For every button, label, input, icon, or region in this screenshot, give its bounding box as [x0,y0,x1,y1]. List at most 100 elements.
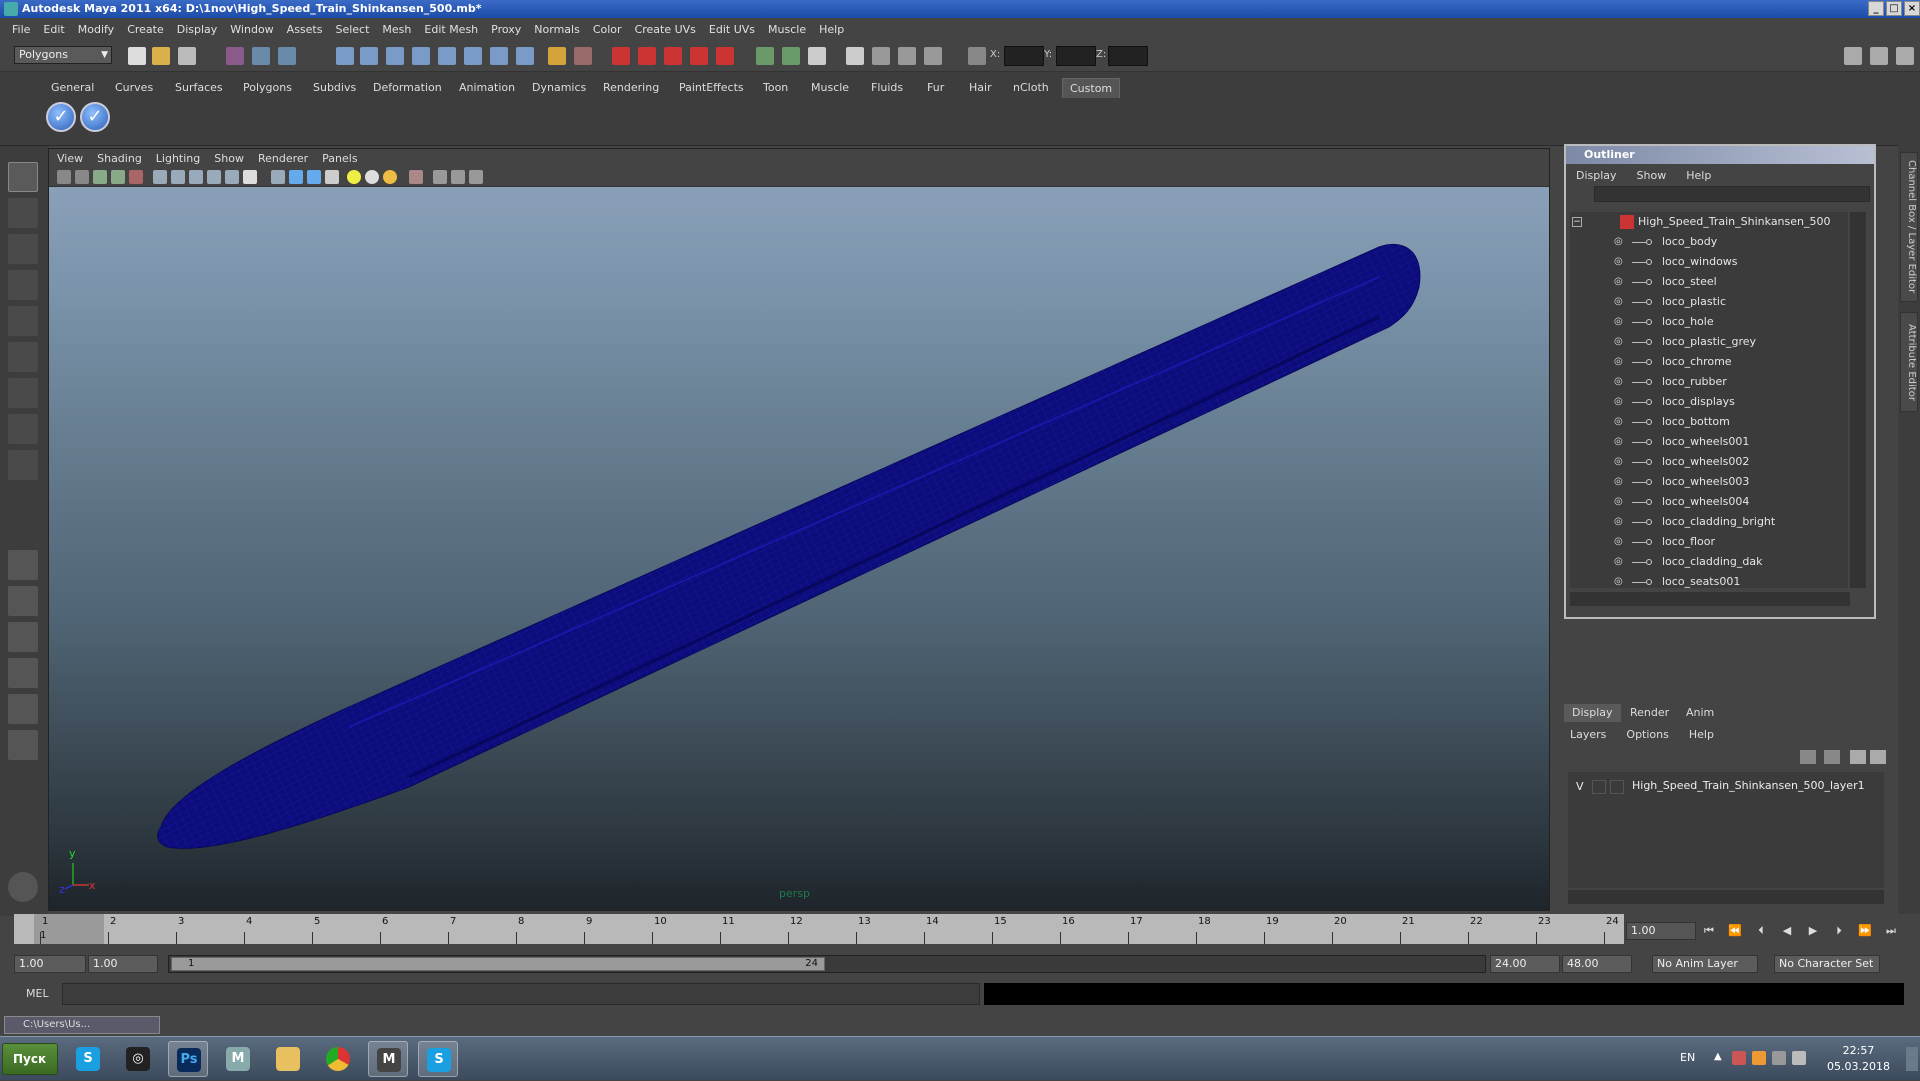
shelf-tab-custom[interactable]: Custom [1062,78,1121,98]
language-indicator[interactable]: EN [1680,1051,1695,1064]
toggle-tool-settings-icon[interactable] [1870,47,1888,65]
script-language-label[interactable]: MEL [26,987,49,1000]
menu-select[interactable]: Select [335,23,369,36]
go-to-start-icon[interactable]: ⏮ [1700,924,1718,940]
film-gate-icon[interactable] [171,170,185,184]
list-item[interactable]: ◎ loco_plastic_grey [1570,332,1848,352]
list-item[interactable]: ◎ loco_windows [1570,252,1848,272]
list-item[interactable]: ◎ loco_plastic [1570,292,1848,312]
layer-tab-display[interactable]: Display [1564,704,1621,722]
all-lights-icon[interactable] [365,170,379,184]
step-back-frame-icon[interactable]: ⏪ [1726,924,1744,940]
resolution-gate-icon[interactable] [189,170,203,184]
persp-graph-layout-icon[interactable] [8,658,38,688]
layer-horizontal-scrollbar[interactable] [1568,890,1884,904]
taskbar-steam[interactable]: ◎ [118,1041,158,1077]
magnet-curve-icon[interactable] [638,47,656,65]
list-item[interactable]: ◎ loco_steel [1570,272,1848,292]
snap-curve-icon[interactable] [360,47,378,65]
scene-3d[interactable]: y x z persp [49,187,1549,910]
input-ops-icon[interactable] [574,47,592,65]
channel-box-tab[interactable]: Channel Box / Layer Editor [1900,152,1918,302]
minimized-window[interactable]: C:\Users\Us... [4,1016,160,1034]
shelf-tab-subdivs[interactable]: Subdivs [306,78,363,98]
menu-window[interactable]: Window [230,23,273,36]
list-item[interactable]: ◎ loco_floor [1570,532,1848,552]
start-button[interactable]: Пуск [2,1043,58,1075]
wireframe-on-shaded-icon[interactable] [307,170,321,184]
viewport-menu-panels[interactable]: Panels [322,152,357,165]
shelf-tab-painteffects[interactable]: PaintEffects [672,78,751,98]
outliner-menu-display[interactable]: Display [1576,169,1617,182]
list-item[interactable]: ◎ loco_bottom [1570,412,1848,432]
menu-mesh[interactable]: Mesh [382,23,411,36]
taskbar-explorer[interactable] [268,1041,308,1077]
select-component-icon[interactable] [278,47,296,65]
save-scene-icon[interactable] [178,47,196,65]
shelf-tab-polygons[interactable]: Polygons [236,78,299,98]
safe-action-icon[interactable] [243,170,257,184]
gate-mask-icon[interactable] [207,170,221,184]
rotate-tool-icon[interactable] [8,306,38,336]
menu-file[interactable]: File [12,23,30,36]
image-plane-icon[interactable] [111,170,125,184]
textured-icon[interactable] [325,170,339,184]
tray-app-icon[interactable] [1752,1051,1766,1065]
taskbar-chrome[interactable] [318,1041,358,1077]
grid-icon[interactable] [153,170,167,184]
snap-view-plane-icon[interactable] [412,47,430,65]
taskbar-photoshop[interactable]: Ps [168,1041,208,1077]
menu-create-uvs[interactable]: Create UVs [635,23,696,36]
outliner-menu-help[interactable]: Help [1686,169,1711,182]
select-camera-icon[interactable] [57,170,71,184]
show-hidden-icons-icon[interactable]: ▲ [1714,1051,1726,1065]
list-item[interactable]: ◎ loco_wheels004 [1570,492,1848,512]
xray-joints-icon[interactable] [451,170,465,184]
show-manipulator-icon[interactable] [8,450,38,480]
shelf-tab-fur[interactable]: Fur [920,78,951,98]
layer-row[interactable]: V High_Speed_Train_Shinkansen_500_layer1 [1568,778,1884,796]
layer-visibility-toggle[interactable]: V [1576,780,1584,793]
outliner-horizontal-scrollbar[interactable] [1570,592,1850,606]
close-button[interactable]: × [1904,1,1920,16]
y-field[interactable] [1056,46,1096,66]
four-view-layout-icon[interactable] [8,586,38,616]
menu-help[interactable]: Help [819,23,844,36]
bookmarks-icon[interactable] [93,170,107,184]
viewport-menu-shading[interactable]: Shading [97,152,142,165]
menu-create[interactable]: Create [127,23,164,36]
shelf-tab-animation[interactable]: Animation [452,78,522,98]
viewport-menu-show[interactable]: Show [214,152,244,165]
outliner-filter-input[interactable] [1594,186,1870,202]
magnet-live-icon[interactable] [716,47,734,65]
smooth-shade-icon[interactable] [289,170,303,184]
default-light-icon[interactable] [347,170,361,184]
shelf-tab-fluids[interactable]: Fluids [864,78,910,98]
x-field[interactable] [1004,46,1044,66]
menu-proxy[interactable]: Proxy [491,23,521,36]
layer-color-swatch[interactable] [1610,780,1624,794]
step-forward-frame-icon[interactable]: ⏩ [1856,924,1874,940]
layer-add-icon[interactable] [1850,750,1866,764]
z-field[interactable] [1108,46,1148,66]
go-to-end-icon[interactable]: ⏭ [1882,924,1900,940]
hypershade-icon[interactable] [872,47,890,65]
make-live-icon[interactable] [438,47,456,65]
list-item[interactable]: ◎ loco_cladding_bright [1570,512,1848,532]
paint-select-tool-icon[interactable] [8,234,38,264]
field-chart-icon[interactable] [225,170,239,184]
menu-edit-uvs[interactable]: Edit UVs [709,23,755,36]
shelf-tab-general[interactable]: General [44,78,101,98]
viewport-menu-lighting[interactable]: Lighting [156,152,200,165]
magnet-surface-icon[interactable] [664,47,682,65]
menu-muscle[interactable]: Muscle [768,23,806,36]
menu-edit-mesh[interactable]: Edit Mesh [424,23,478,36]
attribute-editor-tab[interactable]: Attribute Editor [1900,312,1918,412]
current-frame-field[interactable]: 1.00 [1626,922,1696,940]
animation-start-field[interactable]: 1.00 [14,955,86,973]
scale-tool-icon[interactable] [8,342,38,372]
construction-history-icon[interactable] [490,47,508,65]
menu-modify[interactable]: Modify [78,23,114,36]
list-item[interactable]: ◎ loco_wheels001 [1570,432,1848,452]
taskbar-maya[interactable]: M [368,1041,408,1077]
